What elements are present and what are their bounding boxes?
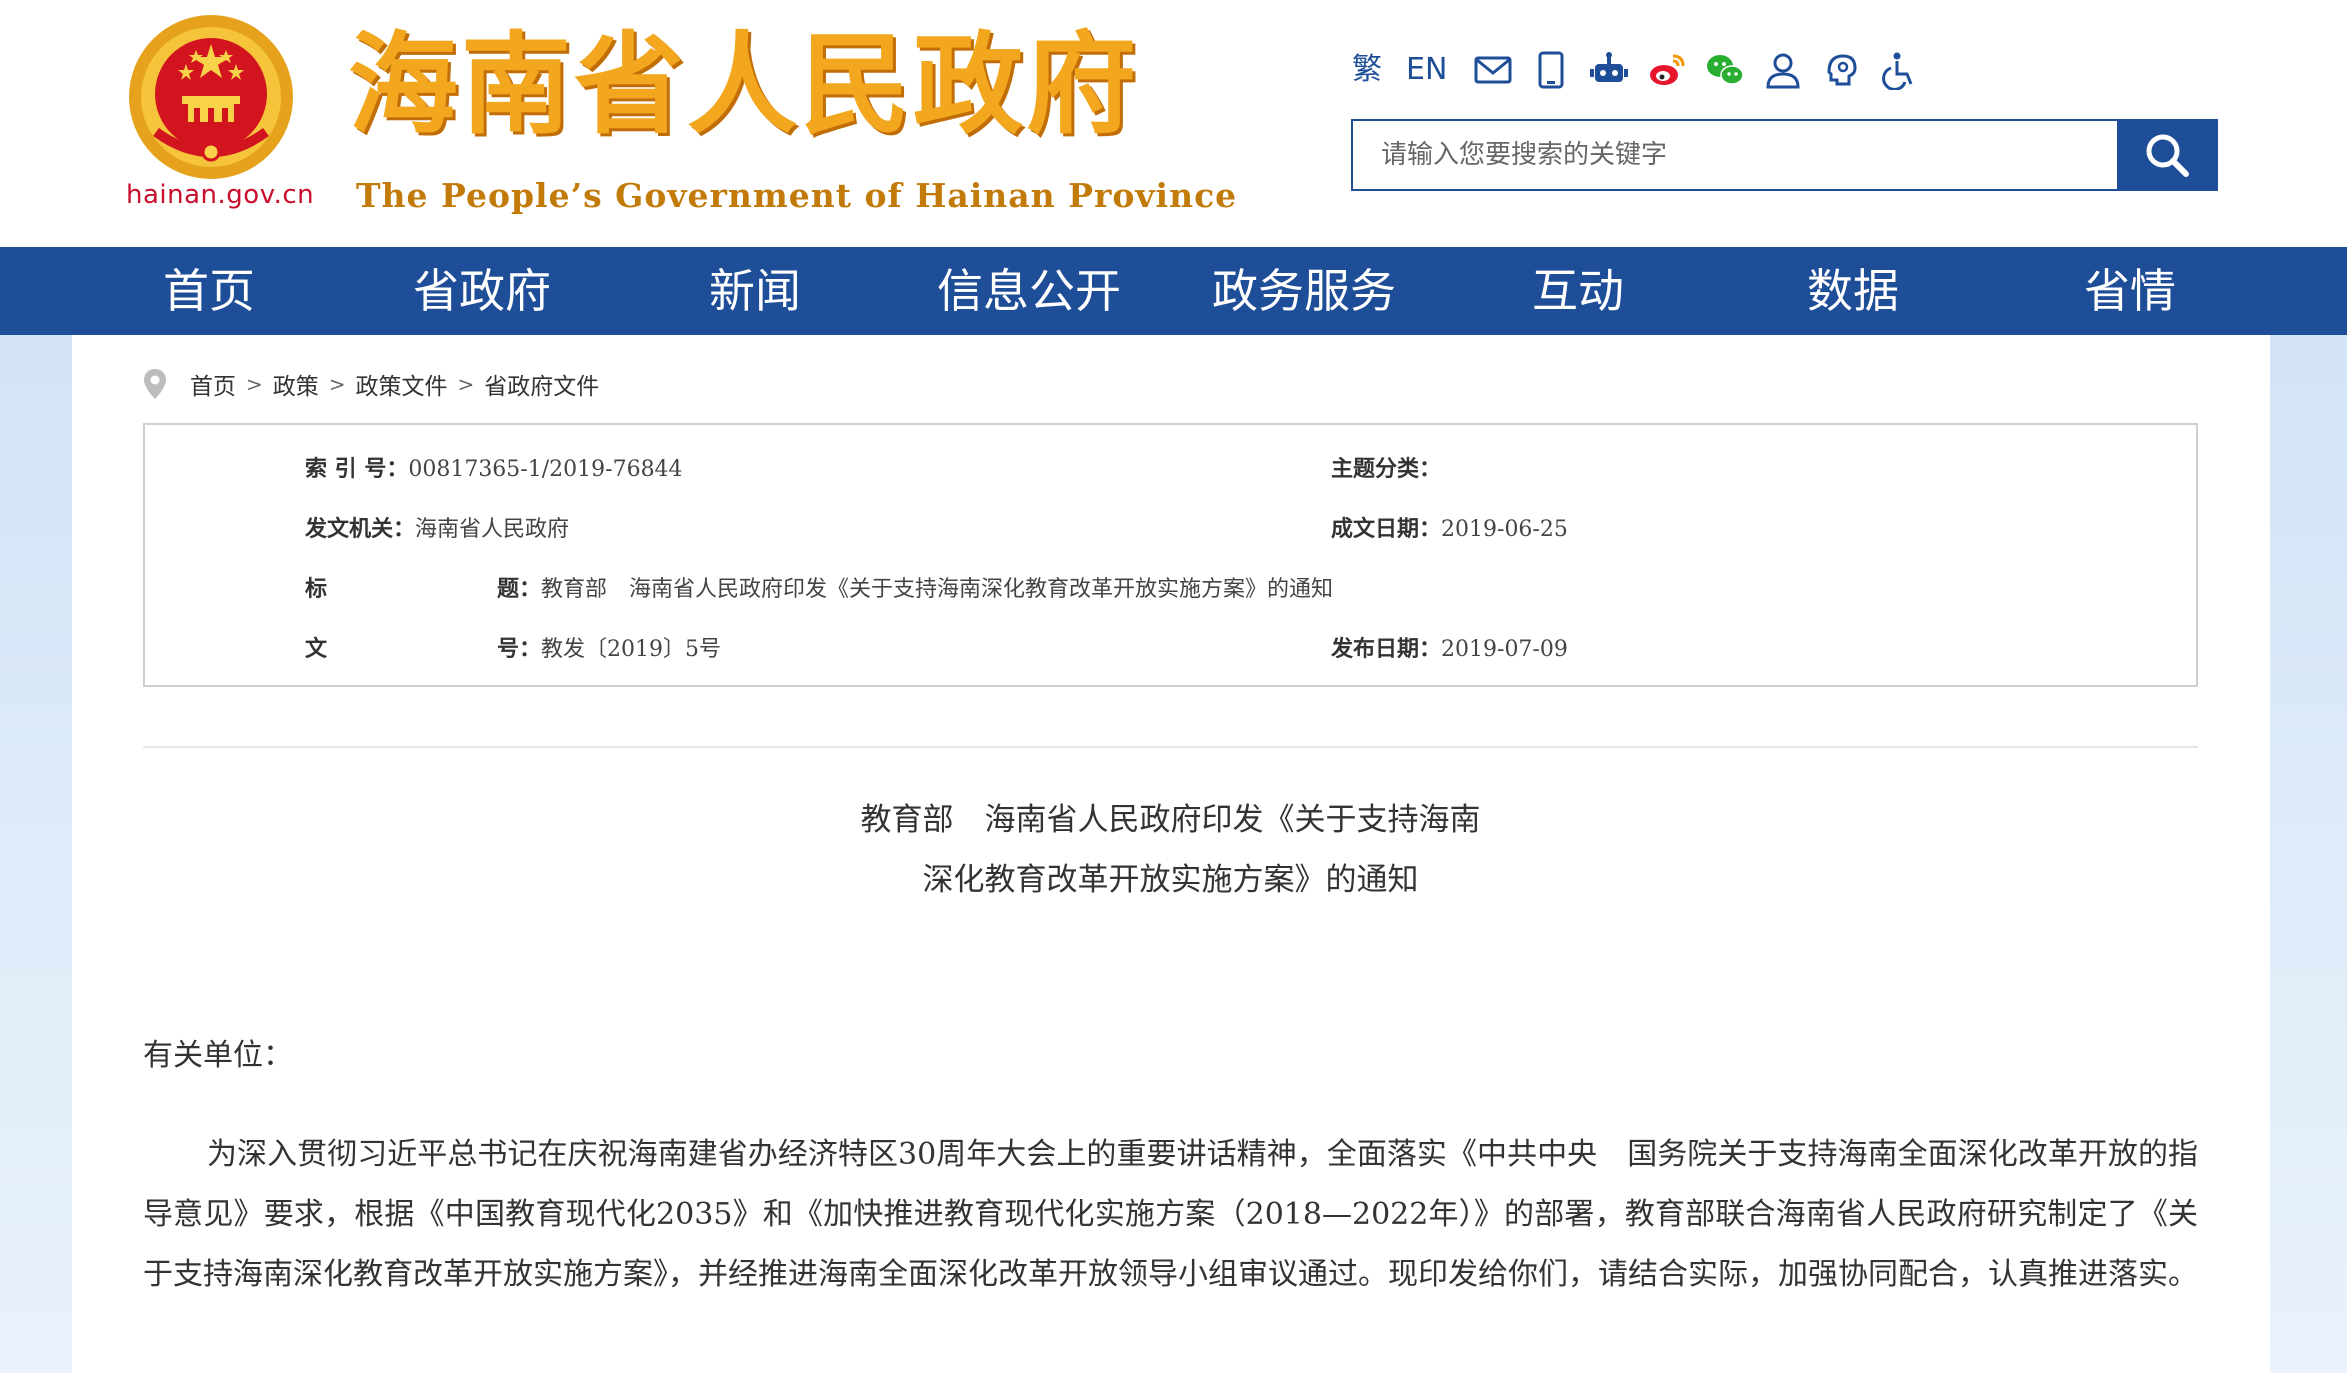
breadcrumb-policy[interactable]: 政策 bbox=[273, 367, 319, 401]
breadcrumb: 首页 > 政策 > 政策文件 > 省政府文件 bbox=[142, 362, 599, 406]
search-button[interactable] bbox=[2117, 121, 2216, 189]
mail-icon[interactable] bbox=[1471, 48, 1515, 92]
nav-item-province-overview[interactable]: 省情 bbox=[2042, 247, 2218, 335]
weibo-icon[interactable] bbox=[1645, 48, 1689, 92]
meta-title-label-b: 题： bbox=[497, 576, 542, 602]
mobile-icon[interactable] bbox=[1529, 48, 1573, 92]
meta-published-value: 2019-07-09 bbox=[1441, 637, 1568, 662]
wechat-icon[interactable] bbox=[1703, 48, 1747, 92]
document-paragraph: 为深入贯彻习近平总书记在庆祝海南建省办经济特区30周年大会上的重要讲话精神，全面… bbox=[143, 1137, 2198, 1292]
breadcrumb-separator: > bbox=[246, 372, 263, 396]
document-salutation: 有关单位： bbox=[143, 1038, 293, 1073]
section-divider bbox=[143, 746, 2198, 748]
meta-issuer-value: 海南省人民政府 bbox=[415, 517, 570, 542]
site-title[interactable]: 海南省人民政府 bbox=[348, 30, 1139, 140]
meta-index-value: 00817365-1/2019-76844 bbox=[408, 457, 683, 482]
nav-item-interaction[interactable]: 互动 bbox=[1490, 247, 1666, 335]
meta-title-label-a: 标 bbox=[305, 576, 328, 602]
search-box bbox=[1351, 119, 2218, 191]
site-domain: hainan.gov.cn bbox=[126, 180, 315, 210]
meta-docno-value: 教发〔2019〕5号 bbox=[541, 637, 722, 662]
meta-title-value: 教育部 海南省人民政府印发《关于支持海南深化教育改革开放实施方案》的通知 bbox=[541, 577, 1334, 602]
meta-created-row: 成文日期：2019-06-25 bbox=[1331, 509, 1568, 549]
meta-topic-row: 主题分类： bbox=[1331, 449, 1441, 489]
nav-item-provincial-government[interactable]: 省政府 bbox=[382, 247, 582, 335]
meta-published-label: 发布日期： bbox=[1331, 636, 1442, 662]
traditional-chinese-link[interactable]: 繁 bbox=[1352, 44, 1382, 96]
nav-item-home[interactable]: 首页 bbox=[121, 247, 297, 335]
meta-created-value: 2019-06-25 bbox=[1441, 517, 1568, 542]
header-tools: 繁 EN bbox=[1352, 44, 1935, 96]
meta-issuer-row: 发文机关：海南省人民政府 bbox=[305, 509, 569, 549]
meta-published-row: 发布日期：2019-07-09 bbox=[1331, 629, 1568, 669]
meta-docno-label-b: 号： bbox=[497, 636, 542, 662]
nav-item-government-services[interactable]: 政务服务 bbox=[1193, 247, 1415, 335]
accessibility-icon[interactable] bbox=[1877, 48, 1921, 92]
location-pin-icon bbox=[144, 369, 166, 399]
national-emblem-icon[interactable] bbox=[126, 12, 296, 182]
english-link[interactable]: EN bbox=[1406, 44, 1447, 96]
meta-title-row: 标 题：教育部 海南省人民政府印发《关于支持海南深化教育改革开放实施方案》的通知 bbox=[305, 569, 1333, 609]
meta-index-row: 索 引 号：00817365-1/2019-76844 bbox=[305, 449, 683, 489]
meta-created-label: 成文日期： bbox=[1331, 516, 1442, 542]
site-header: hainan.gov.cn 海南省人民政府 The People’s Gover… bbox=[0, 0, 2347, 247]
meta-topic-label: 主题分类： bbox=[1331, 456, 1442, 482]
main-nav: 首页 省政府 新闻 信息公开 政务服务 互动 数据 省情 bbox=[0, 247, 2347, 335]
document-title-line-1: 教育部 海南省人民政府印发《关于支持海南 bbox=[860, 802, 1481, 838]
meta-docno-label-a: 文 bbox=[305, 636, 328, 662]
robot-icon[interactable] bbox=[1587, 48, 1631, 92]
breadcrumb-home[interactable]: 首页 bbox=[190, 367, 236, 401]
meta-issuer-label: 发文机关： bbox=[305, 516, 416, 542]
site-subtitle: The People’s Government of Hainan Provin… bbox=[356, 176, 1238, 215]
nav-item-news[interactable]: 新闻 bbox=[667, 247, 843, 335]
search-input[interactable] bbox=[1353, 121, 2118, 189]
breadcrumb-separator: > bbox=[457, 372, 475, 396]
document-metadata-box: 索 引 号：00817365-1/2019-76844 主题分类： 发文机关：海… bbox=[143, 423, 2198, 687]
document-title: 教育部 海南省人民政府印发《关于支持海南 深化教育改革开放实施方案》的通知 bbox=[143, 790, 2198, 910]
article-container: 首页 > 政策 > 政策文件 > 省政府文件 索 引 号：00817365-1/… bbox=[72, 335, 2270, 1373]
breadcrumb-separator: > bbox=[328, 372, 346, 396]
nav-item-data[interactable]: 数据 bbox=[1765, 247, 1941, 335]
user-icon[interactable] bbox=[1761, 48, 1805, 92]
meta-index-label: 索 引 号： bbox=[305, 456, 409, 482]
meta-docno-row: 文 号：教发〔2019〕5号 bbox=[305, 629, 721, 669]
breadcrumb-provincial-documents[interactable]: 省政府文件 bbox=[484, 367, 599, 401]
breadcrumb-policy-documents[interactable]: 政策文件 bbox=[356, 367, 448, 401]
elder-care-icon[interactable] bbox=[1819, 48, 1863, 92]
document-title-line-2: 深化教育改革开放实施方案》的通知 bbox=[922, 862, 1419, 898]
nav-item-information-disclosure[interactable]: 信息公开 bbox=[918, 247, 1140, 335]
search-icon bbox=[2146, 134, 2189, 177]
